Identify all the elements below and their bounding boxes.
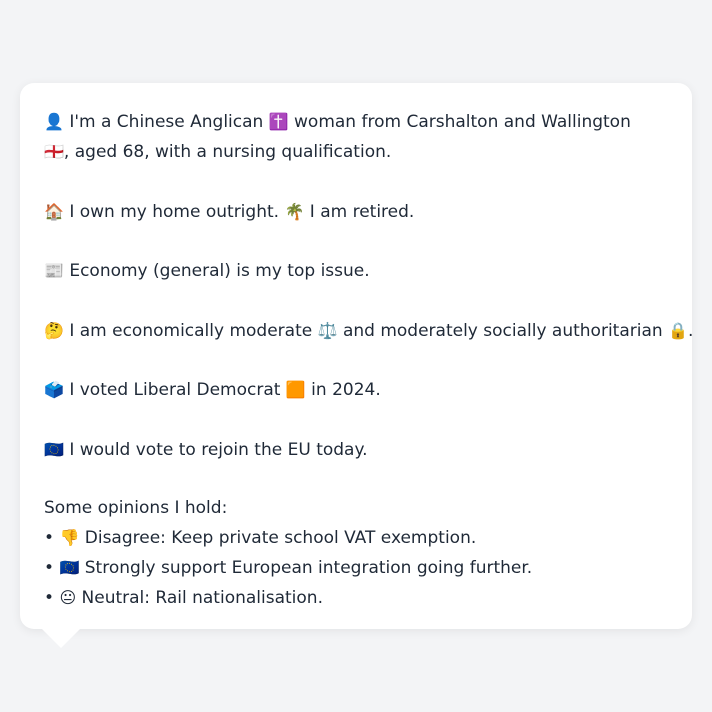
opinion-text: Strongly support European integration go… <box>79 558 533 578</box>
vote-paragraph: 🗳️ I voted Liberal Democrat 🟧 in 2024. <box>44 375 668 405</box>
opinion-item: • 👎 Disagree: Keep private school VAT ex… <box>44 523 668 553</box>
ballot-box-icon: 🗳️ <box>44 380 64 399</box>
thumbs-down-icon: 👎 <box>59 528 80 547</box>
opinion-text: Neutral: Rail nationalisation. <box>76 588 323 608</box>
house-icon: 🏠 <box>44 201 64 221</box>
intro-text-b: woman from Carshalton and Wallington <box>288 112 631 132</box>
opinions-list: • 👎 Disagree: Keep private school VAT ex… <box>44 523 668 613</box>
person-icon: 👤 <box>44 112 64 131</box>
intro-paragraph: 👤 I'm a Chinese Anglican ✝️ woman from C… <box>44 107 654 167</box>
ideology-text-a: I am economically moderate <box>63 320 318 341</box>
bullet: • <box>44 588 60 608</box>
vote-text-b: in 2024. <box>305 380 381 400</box>
ideology-text-b: and moderately socially authoritarian <box>337 320 669 341</box>
intro-text-a: I'm a Chinese Anglican <box>63 112 269 132</box>
eu-text: I would vote to rejoin the EU today. <box>63 439 368 460</box>
speech-bubble-tail <box>41 628 81 648</box>
ideology-text-c: . <box>687 320 694 341</box>
issue-paragraph: 📰 Economy (general) is my top issue. <box>44 256 668 286</box>
thinking-face-icon: 🤔 <box>44 320 64 340</box>
issue-text: Economy (general) is my top issue. <box>63 261 370 281</box>
vote-text-a: I voted Liberal Democrat <box>63 380 286 400</box>
orange-square-icon: 🟧 <box>285 380 306 399</box>
cross-icon: ✝️ <box>268 112 289 131</box>
home-text-a: I own my home outright. <box>63 201 285 222</box>
eu-flag-icon: 🇪🇺 <box>44 439 64 459</box>
opinions-heading: Some opinions I hold: <box>44 498 228 518</box>
palm-tree-icon: 🌴 <box>284 201 305 221</box>
opinion-text: Disagree: Keep private school VAT exempt… <box>79 528 477 548</box>
bullet: • <box>44 558 60 578</box>
eu-paragraph: 🇪🇺 I would vote to rejoin the EU today. <box>44 435 668 465</box>
neutral-face-icon: 😐 <box>59 588 77 607</box>
bullet: • <box>44 528 60 548</box>
opinion-item: • 😐 Neutral: Rail nationalisation. <box>44 583 668 613</box>
newspaper-icon: 📰 <box>44 261 64 280</box>
intro-text-c: , aged 68, with a nursing qualification. <box>63 142 392 162</box>
opinion-item: • 🇪🇺 Strongly support European integrati… <box>44 553 668 583</box>
profile-card: 👤 I'm a Chinese Anglican ✝️ woman from C… <box>20 83 693 629</box>
england-flag-icon: 🏴󠁧󠁢󠁥󠁮󠁧󠁿 <box>44 142 64 161</box>
scales-icon: ⚖️ <box>317 320 338 340</box>
lock-icon: 🔒 <box>668 320 688 340</box>
ideology-paragraph: 🤔 I am economically moderate ⚖️ and mode… <box>44 316 693 346</box>
eu-flag-icon: 🇪🇺 <box>59 558 80 577</box>
home-paragraph: 🏠 I own my home outright. 🌴 I am retired… <box>44 197 668 227</box>
home-text-b: I am retired. <box>304 201 415 222</box>
